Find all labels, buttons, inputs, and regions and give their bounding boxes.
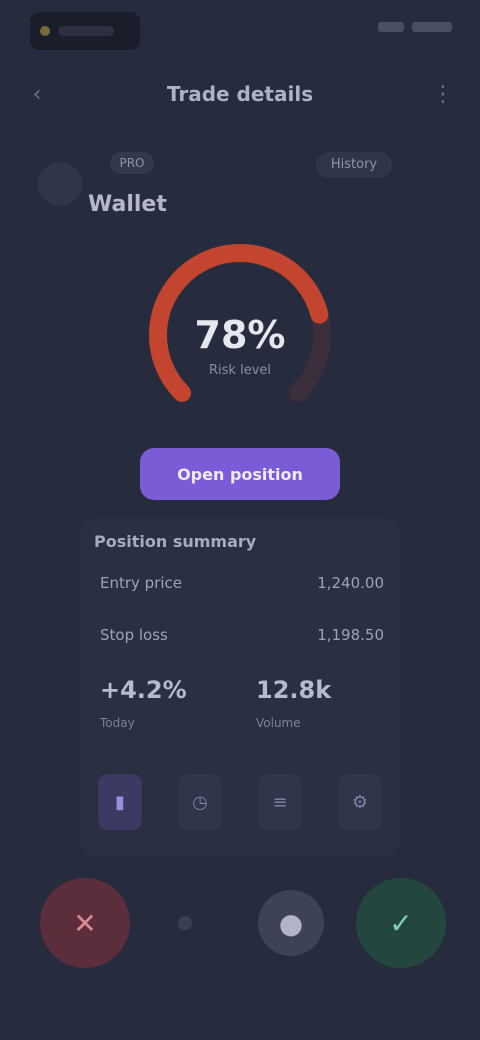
chart-icon[interactable]: ▮ [98,774,142,830]
risk-gauge: 78% Risk level [130,235,350,425]
status-bar-left [30,12,140,50]
stat-label: Today [100,716,135,730]
app-bar: ‹ Trade details ⋮ [0,70,480,120]
detail-row: Entry price 1,240.00 [100,570,384,598]
position-summary-card: Position summary Entry price 1,240.00 St… [80,518,400,856]
signal-icon [378,22,404,32]
list-icon[interactable]: ≡ [258,774,302,830]
stat-label: Volume [256,716,301,730]
card-title: Position summary [94,532,257,551]
notification-dot-icon [40,26,50,36]
detail-row-label: Entry price [100,574,183,592]
circle-icon: ● [278,906,304,940]
separator-dot [178,916,192,930]
sell-button[interactable]: ✕ [40,878,130,968]
avatar[interactable] [38,162,82,206]
status-bar-right [378,22,452,32]
stat-volume: 12.8k Volume [256,676,396,746]
account-badge: PRO [110,152,154,174]
settings-icon[interactable]: ⚙ [338,774,382,830]
trade-screen: ‹ Trade details ⋮ PRO Wallet History 78%… [0,0,480,1040]
stat-today: +4.2% Today [100,676,240,746]
gauge-caption: Risk level [209,363,271,378]
detail-row-label: Stop loss [100,626,168,644]
close-icon: ✕ [73,906,97,940]
detail-row-value: 1,240.00 [317,574,384,592]
gauge-value: 78% [194,313,286,357]
neutral-button[interactable]: ● [258,890,324,956]
detail-row-value: 1,198.50 [317,626,384,644]
buy-button[interactable]: ✓ [356,878,446,968]
stat-value: 12.8k [256,676,332,704]
page-title: Trade details [166,82,314,106]
clock-icon[interactable]: ◷ [178,774,222,830]
battery-icon [412,22,452,32]
history-button[interactable]: History [316,152,392,178]
open-position-button[interactable]: Open position [140,448,340,500]
detail-row: Stop loss 1,198.50 [100,622,384,650]
check-icon: ✓ [389,906,413,940]
stat-value: +4.2% [100,676,187,704]
account-name: Wallet [88,192,167,217]
card-tab-bar: ▮ ◷ ≡ ⚙ [98,774,382,834]
more-menu-icon[interactable]: ⋮ [428,80,458,110]
status-time [58,26,114,36]
